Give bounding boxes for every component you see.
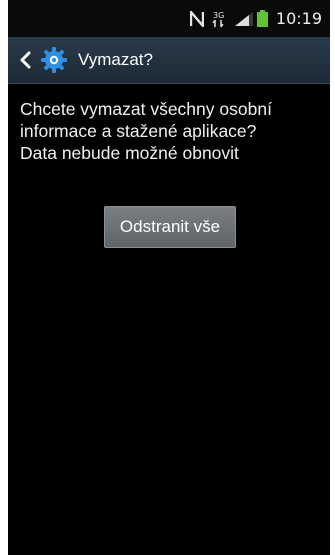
nfc-icon <box>189 10 204 27</box>
action-bar: Vymazat? <box>8 37 330 84</box>
page-title: Vymazat? <box>78 50 153 69</box>
svg-text:3G: 3G <box>213 11 224 20</box>
delete-all-button[interactable]: Odstranit vše <box>104 206 236 248</box>
button-container: Odstranit vše <box>20 206 320 248</box>
signal-icon <box>234 11 254 27</box>
phone-screen: 3G 10:19 Vymazat? Chcete vymazat všechny… <box>8 0 330 555</box>
back-chevron-icon[interactable] <box>16 48 34 72</box>
content-area: Chcete vymazat všechny osobní informace … <box>8 84 330 248</box>
status-bar: 3G 10:19 <box>8 0 330 37</box>
clock: 10:19 <box>275 9 322 28</box>
settings-gear-icon[interactable] <box>40 46 68 74</box>
battery-icon <box>256 10 268 27</box>
network-3g-icon: 3G <box>212 10 226 28</box>
confirmation-message: Chcete vymazat všechny osobní informace … <box>20 99 272 163</box>
